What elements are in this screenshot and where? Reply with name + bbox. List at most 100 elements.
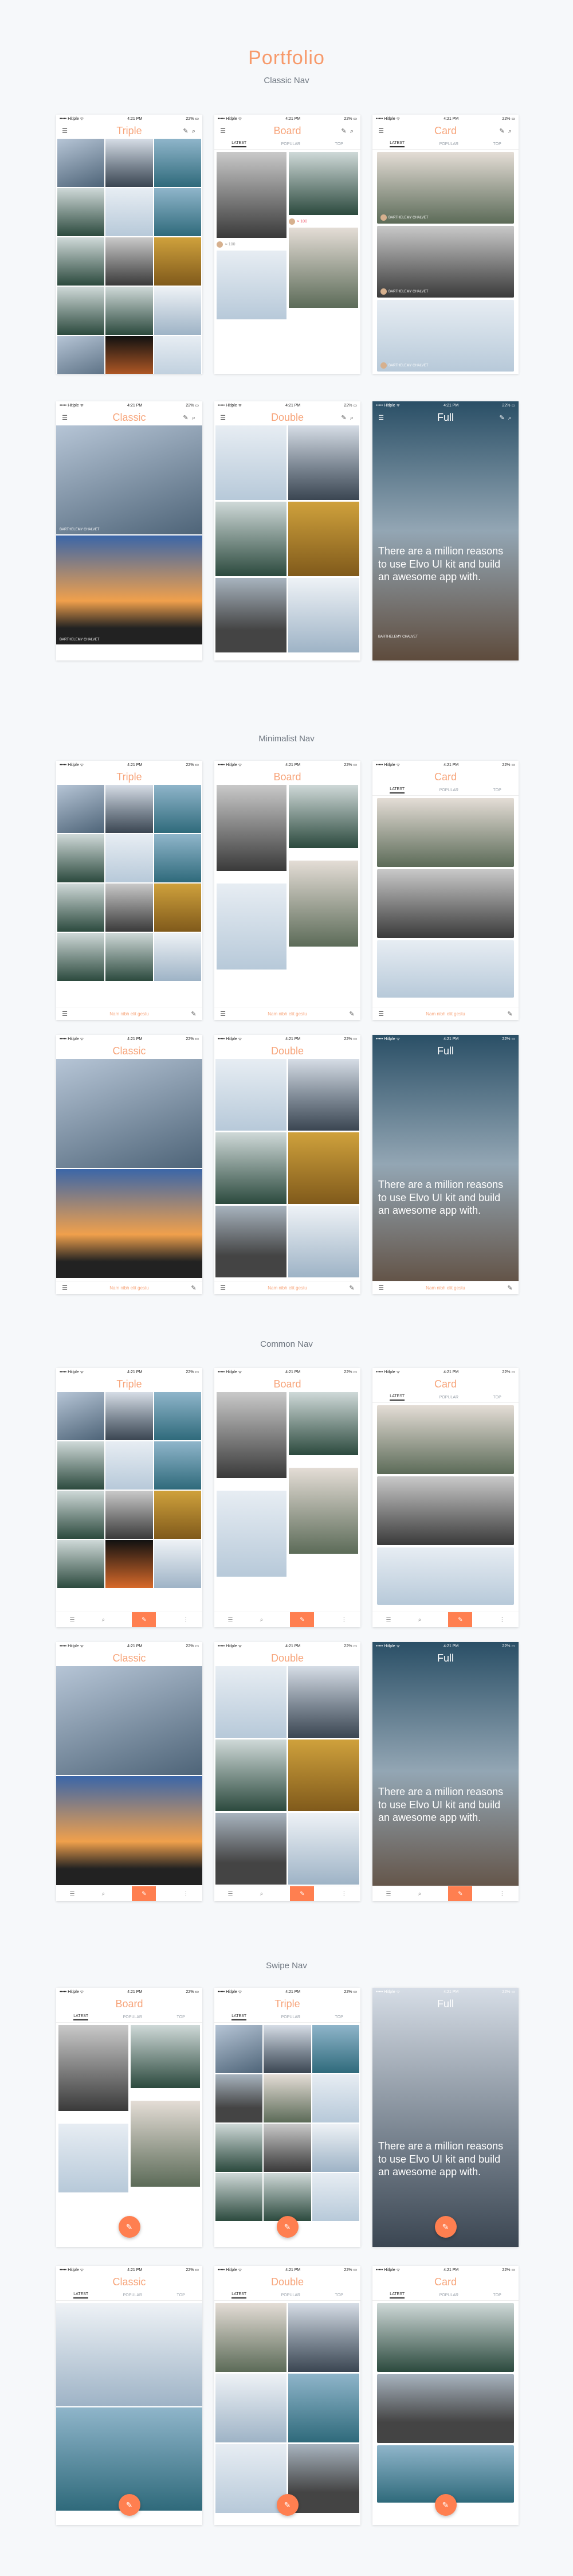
feed-photo[interactable]: BARTHELEMY CHALVET <box>56 425 202 534</box>
board-card[interactable] <box>288 228 358 308</box>
board-card[interactable] <box>288 1468 358 1554</box>
photo-thumb[interactable] <box>57 1441 105 1490</box>
photo-thumb[interactable] <box>312 2074 359 2122</box>
edit-icon[interactable]: ✎ <box>190 1010 198 1018</box>
menu-icon[interactable]: ☰ <box>219 127 227 135</box>
board-card[interactable] <box>217 1491 286 1577</box>
edit-fab[interactable]: ✎ <box>434 2216 457 2238</box>
photo-thumb[interactable] <box>105 1392 153 1440</box>
tab-latest[interactable]: LATEST <box>390 1394 405 1401</box>
menu-icon[interactable]: ☰ <box>377 1284 385 1292</box>
tab-popular[interactable]: POPULAR <box>439 788 458 792</box>
menu-icon[interactable]: ☰ <box>377 1010 385 1018</box>
photo-thumb[interactable] <box>288 2303 359 2372</box>
board-card[interactable] <box>288 861 358 947</box>
photo-thumb[interactable] <box>288 425 359 500</box>
tab-latest[interactable]: LATEST <box>390 141 405 147</box>
photo-thumb[interactable] <box>105 785 153 833</box>
board-card[interactable] <box>130 2101 200 2187</box>
search-icon[interactable]: ⌕ <box>190 128 198 136</box>
edit-fab[interactable]: ✎ <box>276 2216 299 2238</box>
menu-icon[interactable]: ☰ <box>377 127 385 135</box>
nav-menu-icon[interactable]: ☰ <box>70 1891 75 1897</box>
nav-center-label[interactable]: Nam nibh elit gestu <box>109 1285 148 1291</box>
menu-icon[interactable]: ☰ <box>61 413 69 421</box>
nav-menu-icon[interactable]: ☰ <box>228 1617 233 1623</box>
tab-latest[interactable]: LATEST <box>73 2292 89 2299</box>
photo-thumb[interactable] <box>288 1666 359 1738</box>
nav-search-icon[interactable]: ⌕ <box>102 1891 105 1897</box>
photo-thumb[interactable] <box>57 336 105 374</box>
photo-thumb[interactable] <box>215 1813 286 1885</box>
photo-thumb[interactable] <box>57 1392 105 1440</box>
tab-top[interactable]: TOP <box>335 142 343 146</box>
tab-popular[interactable]: POPULAR <box>281 2293 300 2297</box>
tab-top[interactable]: TOP <box>493 2293 501 2297</box>
photo-thumb[interactable] <box>288 1740 359 1811</box>
photo-thumb[interactable] <box>154 139 201 187</box>
photo-thumb[interactable] <box>288 578 359 652</box>
photo-thumb[interactable] <box>105 336 153 374</box>
photo-thumb[interactable] <box>215 2173 263 2221</box>
photo-thumb[interactable] <box>154 884 201 932</box>
edit-icon[interactable]: ✎ <box>506 1010 514 1018</box>
edit-icon[interactable]: ✎ <box>182 127 190 135</box>
tab-top[interactable]: TOP <box>493 788 501 792</box>
tab-popular[interactable]: POPULAR <box>123 2293 142 2297</box>
tab-popular[interactable]: POPULAR <box>439 1396 458 1400</box>
photo-thumb[interactable] <box>288 2374 359 2442</box>
tab-popular[interactable]: POPULAR <box>281 142 300 146</box>
photo-thumb[interactable] <box>312 2124 359 2172</box>
photo-thumb[interactable] <box>312 2173 359 2221</box>
edit-fab[interactable]: ✎ <box>118 2216 140 2238</box>
photo-thumb[interactable] <box>215 578 286 652</box>
tab-top[interactable]: TOP <box>493 1396 501 1400</box>
menu-icon[interactable]: ☰ <box>219 1010 227 1018</box>
tab-latest[interactable]: LATEST <box>231 141 247 147</box>
photo-card[interactable] <box>377 940 514 998</box>
search-icon[interactable]: ⌕ <box>506 128 514 136</box>
nav-center-label[interactable]: Nam nibh elit gestu <box>426 1011 465 1017</box>
feed-photo[interactable] <box>56 1169 202 1278</box>
photo-thumb[interactable] <box>215 1206 286 1277</box>
photo-thumb[interactable] <box>154 188 201 236</box>
tab-latest[interactable]: LATEST <box>390 2292 405 2299</box>
edit-icon[interactable]: ✎ <box>348 1010 356 1018</box>
photo-thumb[interactable] <box>57 884 105 932</box>
photo-card[interactable] <box>377 1547 514 1605</box>
feed-photo[interactable]: BARTHELEMY CHALVET <box>56 535 202 644</box>
photo-card[interactable]: BARTHELEMY CHALVET <box>377 300 514 372</box>
photo-thumb[interactable] <box>215 2124 263 2172</box>
photo-thumb[interactable] <box>57 1491 105 1539</box>
feed-photo[interactable] <box>56 2303 202 2406</box>
photo-thumb[interactable] <box>215 1740 286 1811</box>
board-card[interactable] <box>288 152 358 215</box>
photo-thumb[interactable] <box>288 1813 359 1885</box>
photo-thumb[interactable] <box>215 1666 286 1738</box>
search-icon[interactable]: ⌕ <box>348 128 356 136</box>
board-card[interactable] <box>217 884 286 970</box>
nav-menu-icon[interactable]: ☰ <box>386 1617 391 1623</box>
edit-icon[interactable]: ✎ <box>340 414 348 422</box>
edit-icon[interactable]: ✎ <box>498 127 506 135</box>
photo-thumb[interactable] <box>215 2303 286 2372</box>
nav-menu-icon[interactable]: ☰ <box>228 1891 233 1897</box>
tab-latest[interactable]: LATEST <box>73 2014 89 2020</box>
photo-thumb[interactable] <box>154 1392 201 1440</box>
search-icon[interactable]: ⌕ <box>190 415 198 423</box>
nav-more-icon[interactable]: ⋮ <box>499 1617 505 1623</box>
menu-icon[interactable]: ☰ <box>219 413 227 421</box>
board-card[interactable] <box>58 2124 128 2192</box>
nav-edit-icon[interactable]: ✎ <box>448 1612 473 1627</box>
photo-card[interactable]: BARTHELEMY CHALVET <box>377 226 514 298</box>
photo-thumb[interactable] <box>154 336 201 374</box>
edit-fab[interactable]: ✎ <box>118 2494 140 2516</box>
photo-thumb[interactable] <box>215 1059 286 1131</box>
photo-thumb[interactable] <box>154 1540 201 1588</box>
photo-thumb[interactable] <box>215 425 286 500</box>
nav-more-icon[interactable]: ⋮ <box>341 1617 347 1623</box>
photo-thumb[interactable] <box>154 1491 201 1539</box>
edit-icon[interactable]: ✎ <box>506 1284 514 1292</box>
photo-card[interactable] <box>377 869 514 938</box>
nav-center-label[interactable]: Nam nibh elit gestu <box>268 1011 307 1017</box>
